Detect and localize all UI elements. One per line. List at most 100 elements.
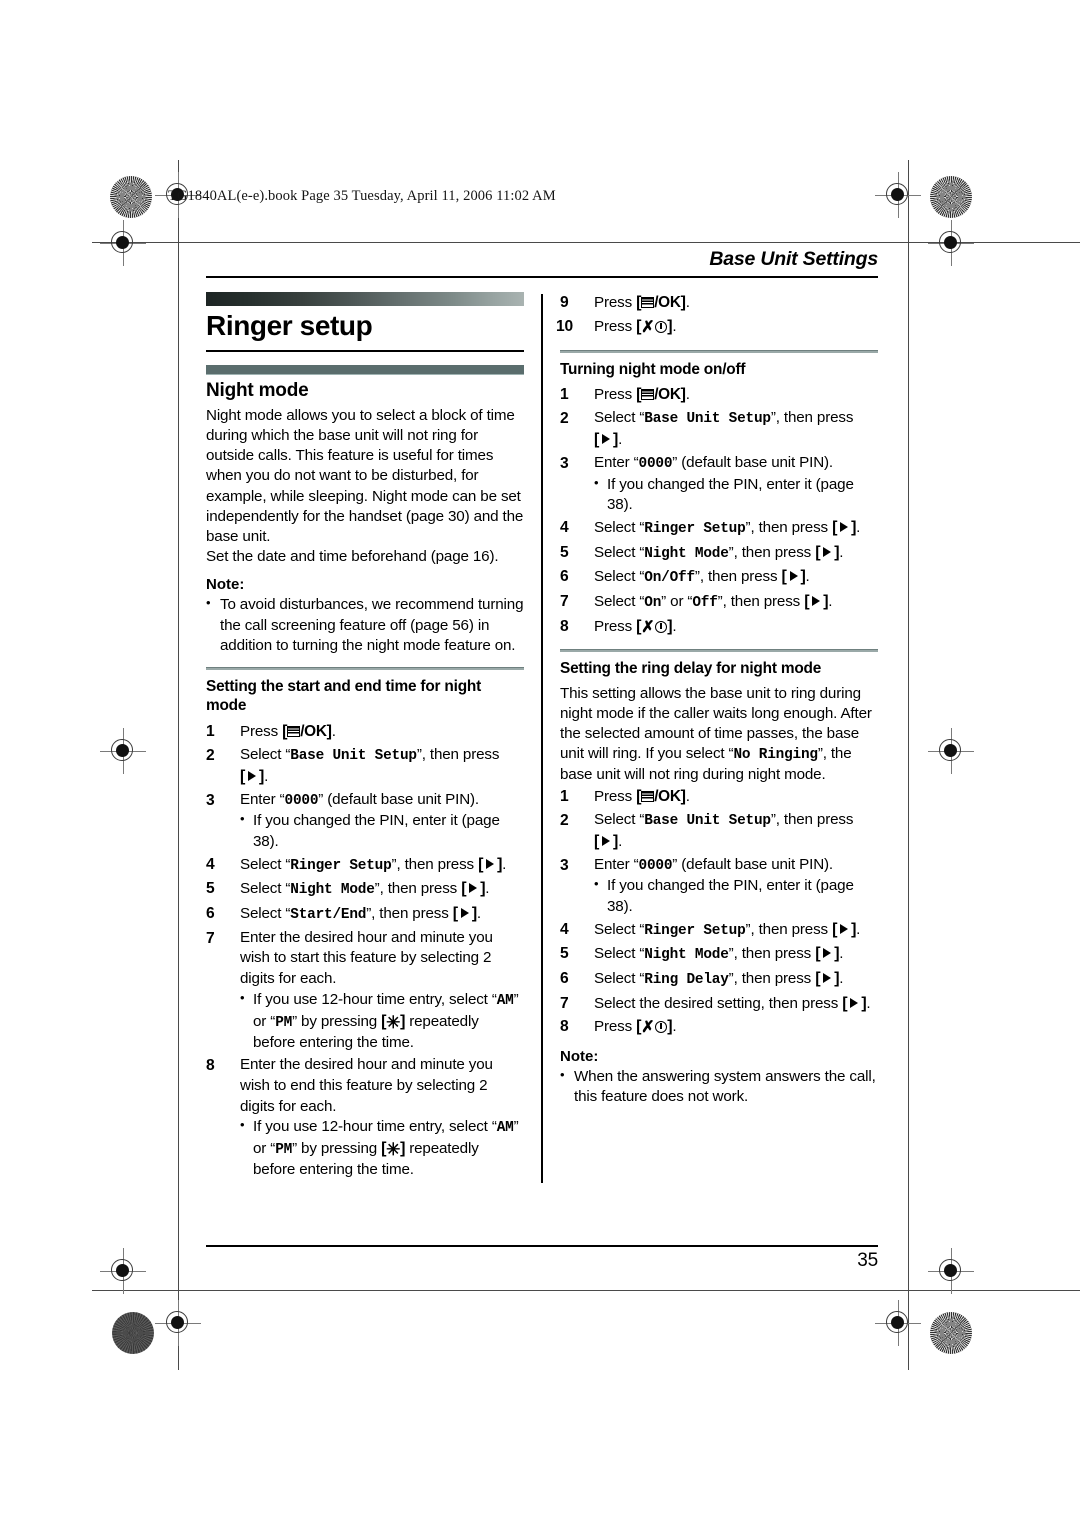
lcd-string: 0000 — [638, 857, 673, 874]
key-right-arrow: [] — [832, 920, 857, 938]
lcd-string: Night Mode — [644, 947, 729, 964]
registration-mark-bottom-left — [100, 1248, 146, 1294]
two-column-body: Ringer setup Night mode Night mode allow… — [206, 292, 878, 1183]
step-item: 6 Select “On/Off”, then press []. — [560, 566, 878, 589]
key-right-arrow: [] — [594, 431, 619, 449]
key-right-arrow: [] — [815, 945, 840, 963]
star-target-mark-top-right — [930, 176, 972, 218]
feature-accent-bar — [206, 364, 524, 375]
registration-mark-mid-right — [928, 220, 974, 266]
offhook-icon: ✗ — [641, 1019, 655, 1037]
key-offhook-power: [✗] — [636, 1018, 672, 1036]
step-number: 8 — [560, 1018, 569, 1036]
step-item: 7 Enter the desired hour and minute you w… — [206, 928, 524, 1054]
star-target-mark-bottom-left — [112, 1312, 154, 1354]
lcd-string: PM — [275, 1014, 293, 1031]
night-mode-intro-paragraph-1: Night mode allows you to select a block … — [206, 406, 524, 545]
right-arrow-icon — [486, 858, 495, 869]
step-number: 4 — [560, 519, 569, 537]
registration-mark-left-center — [100, 728, 146, 774]
power-icon — [655, 1021, 668, 1034]
registration-mark-footer-left — [155, 1300, 201, 1346]
header-rule — [206, 276, 878, 278]
step-number: 3 — [206, 791, 215, 809]
right-arrow-icon — [823, 546, 832, 557]
lcd-string: 0000 — [638, 456, 673, 473]
key-right-arrow: [] — [815, 970, 840, 987]
step-text: Enter “0000” (default base unit PIN). — [594, 454, 833, 473]
lcd-string: PM — [275, 1142, 293, 1159]
step-sub-bullets: If you changed the PIN, enter it (page 3… — [594, 875, 878, 916]
right-arrow-icon — [850, 997, 859, 1008]
night-mode-intro-paragraph-2: Set the date and time beforehand (page 1… — [206, 548, 499, 566]
steps-continued: 9 Press [/OK]. 10 Press [✗]. — [556, 292, 878, 339]
step-item: 3 Enter “0000” (default base unit PIN). I… — [560, 855, 878, 917]
feature-title-night-mode: Night mode — [206, 379, 309, 401]
star-target-mark-top-left — [110, 176, 152, 218]
step-number: 4 — [560, 920, 569, 938]
step-item: 3 Enter “0000” (default base unit PIN). I… — [206, 790, 524, 852]
right-arrow-icon — [823, 948, 832, 959]
step-item: 8 Press [✗]. — [560, 1016, 878, 1039]
step-item: 2 Select “Base Unit Setup”, then press []… — [560, 408, 878, 451]
lcd-string: AM — [496, 992, 514, 1009]
step-number: 2 — [560, 811, 569, 829]
page-number: 35 — [857, 1249, 878, 1271]
key-right-arrow: [] — [781, 568, 806, 586]
list-item: If you changed the PIN, enter it (page 3… — [594, 474, 878, 515]
registration-mark-right-center — [928, 728, 974, 774]
step-item: 8 Press [✗]. — [560, 616, 878, 639]
step-number: 2 — [206, 746, 215, 764]
registration-mark-top-right — [875, 172, 921, 218]
right-arrow-icon — [248, 771, 257, 782]
step-text: Select “Base Unit Setup”, then press []. — [594, 408, 854, 449]
step-number: 9 — [560, 294, 569, 311]
step-item: 9 Press [/OK]. — [560, 292, 878, 314]
right-arrow-icon — [840, 522, 849, 533]
right-arrow-icon — [812, 595, 821, 606]
step-number: 8 — [206, 1057, 215, 1075]
lcd-string: On — [644, 594, 662, 611]
lcd-string: 0000 — [284, 792, 319, 809]
step-number: 4 — [206, 855, 215, 873]
key-offhook-power: [✗] — [636, 318, 672, 336]
right-column: 9 Press [/OK]. 10 Press [✗]. Turning night… — [556, 292, 878, 1109]
step-number: 5 — [206, 880, 215, 898]
key-right-arrow: [] — [594, 833, 619, 851]
step-text: Press [/OK]. — [240, 722, 336, 740]
step-text: Select “Night Mode”, then press []. — [594, 543, 844, 562]
section-divider-on-off — [560, 349, 878, 353]
printer-header-text: TG1840AL(e-e).book Page 35 Tuesday, Apri… — [168, 188, 556, 204]
step-number: 3 — [560, 856, 569, 874]
right-arrow-icon — [840, 923, 849, 934]
step-number: 1 — [206, 722, 215, 740]
step-text: Select “On” or “Off”, then press []. — [594, 592, 833, 611]
lcd-string: Ringer Setup — [644, 521, 746, 538]
key-menu-ok: [/OK] — [636, 294, 686, 311]
left-column: Ringer setup Night mode Night mode allow… — [206, 292, 524, 1183]
step-text: Select “Ringer Setup”, then press []. — [594, 920, 861, 939]
step-item: 1 Press [/OK]. — [206, 721, 524, 743]
step-text: Select the desired setting, then press [… — [594, 994, 871, 1012]
step-text: Press [/OK]. — [594, 294, 690, 311]
star-target-mark-bottom-right — [930, 1312, 972, 1354]
menu-list-icon — [641, 790, 655, 802]
step-item: 7 Select “On” or “Off”, then press []. — [560, 591, 878, 614]
step-text: Enter “0000” (default base unit PIN). — [240, 790, 479, 809]
right-arrow-icon — [789, 571, 798, 582]
step-text: Enter “0000” (default base unit PIN). — [594, 855, 833, 874]
steps-turning-on-off: 1 Press [/OK]. 2 Select “Base Unit Setup”,… — [560, 384, 878, 638]
step-item: 2 Select “Base Unit Setup”, then press []… — [206, 745, 524, 788]
right-arrow-icon — [823, 973, 832, 983]
key-right-arrow: [] — [478, 855, 503, 873]
step-text: Select “Ring Delay”, then press []. — [594, 970, 844, 988]
step-item: 7 Select the desired setting, then press … — [560, 993, 878, 1015]
step-sub-bullets: If you use 12-hour time entry, select “A… — [240, 1116, 524, 1181]
right-arrow-icon — [602, 836, 611, 847]
trim-line-right — [908, 160, 909, 1370]
list-item: If you changed the PIN, enter it (page 3… — [240, 810, 524, 851]
step-text: Select “On/Off”, then press []. — [594, 568, 810, 587]
step-sub-bullets: If you use 12-hour time entry, select “A… — [240, 989, 524, 1054]
lcd-string: On/Off — [644, 570, 695, 587]
step-number: 7 — [206, 929, 215, 947]
